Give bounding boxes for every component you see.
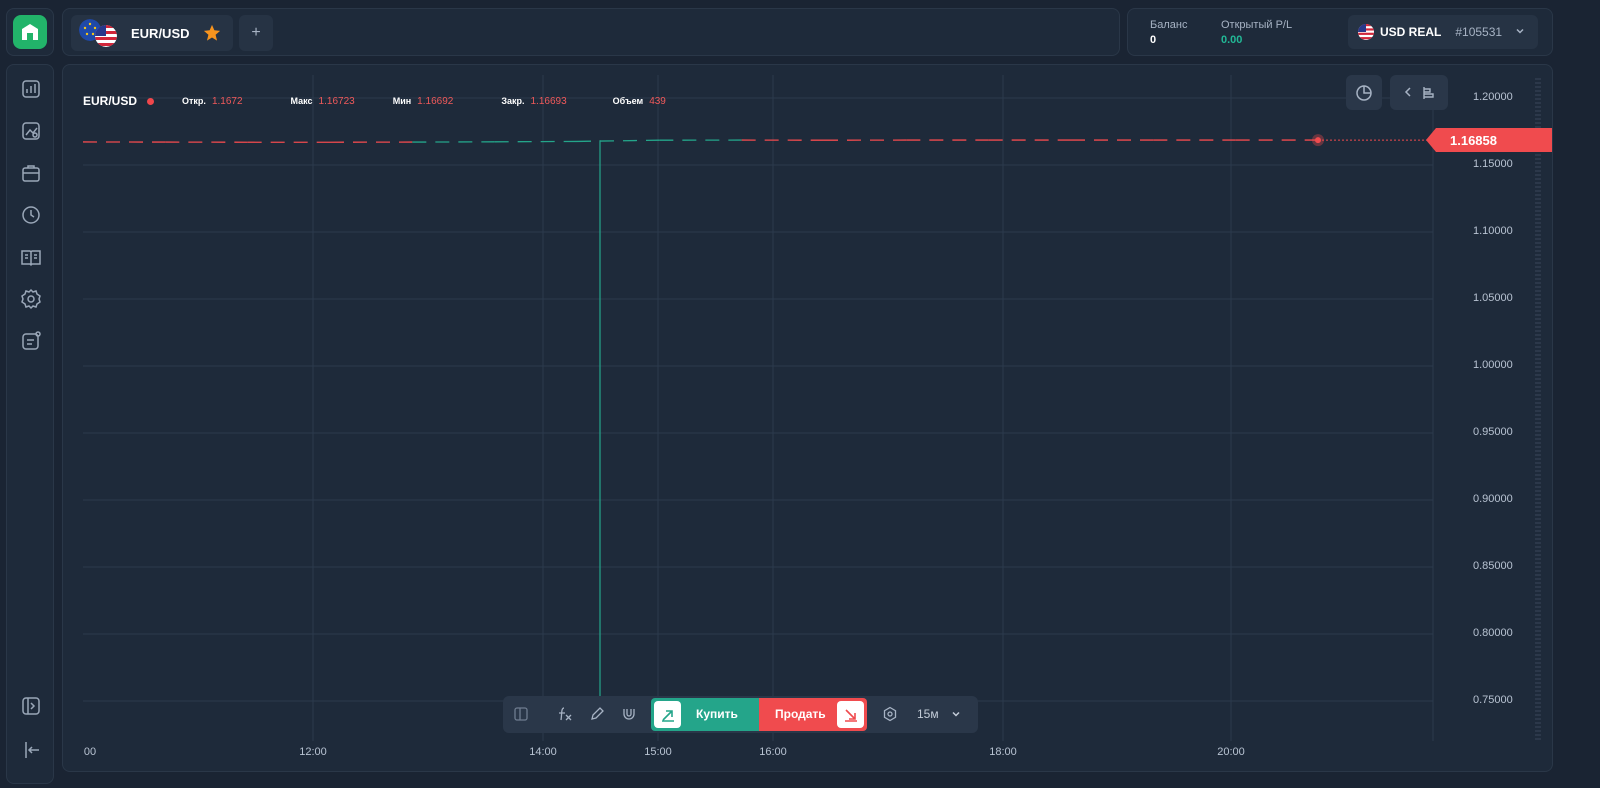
us-flag-icon xyxy=(95,25,117,47)
chart-type-button[interactable] xyxy=(1346,75,1382,110)
y-tick-label: 1.10000 xyxy=(1473,225,1513,237)
buy-label: Купить xyxy=(696,707,738,721)
arrow-up-right-icon xyxy=(654,701,681,728)
sell-button[interactable]: Продать xyxy=(759,698,867,731)
settings-icon[interactable] xyxy=(20,288,42,310)
high-value: 1.16723 xyxy=(318,95,355,107)
currency-flags xyxy=(79,19,123,47)
y-tick-label: 1.15000 xyxy=(1473,158,1513,170)
x-tick-label: 20:00 xyxy=(1217,746,1245,758)
ohlc-symbol: EUR/USD xyxy=(83,94,138,108)
price-chart[interactable] xyxy=(63,65,1553,772)
tab-eur-usd[interactable]: EUR/USD xyxy=(71,15,233,51)
buy-button[interactable]: Купить xyxy=(651,698,759,731)
current-price-dot xyxy=(1315,137,1321,144)
picture-chart-icon[interactable] xyxy=(20,120,42,142)
x-tick-label: 15:00 xyxy=(644,746,672,758)
current-price-tag: 1.16858 xyxy=(1426,128,1552,153)
low-label: Мин xyxy=(392,96,412,106)
x-tick-label: 00 xyxy=(83,746,97,758)
order-book-icon xyxy=(1423,87,1434,99)
balance-label: Баланс xyxy=(1150,19,1188,31)
layout-icon[interactable] xyxy=(513,706,529,722)
balance-value: 0 xyxy=(1150,34,1157,46)
close-label: Закр. xyxy=(501,96,525,106)
arrow-down-right-icon xyxy=(837,701,864,728)
trade-toolbar: Купить Продать 15м xyxy=(503,696,978,733)
y-tick-label: 0.90000 xyxy=(1473,493,1513,505)
volume-label: Объем xyxy=(612,96,644,106)
y-tick-label: 1.00000 xyxy=(1473,359,1513,371)
y-tick-label: 0.95000 xyxy=(1473,426,1513,438)
briefcase-icon[interactable] xyxy=(20,162,42,184)
open-value: 1.1672 xyxy=(211,95,243,107)
timeframe-selector[interactable]: 15м xyxy=(917,707,939,721)
open-pl-value: 0.00 xyxy=(1221,34,1243,46)
open-label: Откр. xyxy=(182,96,206,106)
indicators-icon[interactable] xyxy=(557,706,573,722)
chevron-down-icon xyxy=(1516,28,1524,34)
sidebar xyxy=(6,64,54,784)
account-id: #105531 xyxy=(1455,25,1503,39)
order-book-toggle[interactable] xyxy=(1390,75,1448,110)
logo-container xyxy=(6,8,54,56)
notes-icon[interactable] xyxy=(20,330,42,352)
account-bar: Баланс 0 Открытый P/L 0.00 USD REAL #105… xyxy=(1127,8,1553,56)
y-tick-label: 0.85000 xyxy=(1473,560,1513,572)
chart-panel[interactable]: EUR/USD Откр. 1.1672 Макс 1.16723 Мин 1.… xyxy=(62,64,1553,772)
chart-icon[interactable] xyxy=(20,78,42,100)
chevron-down-icon[interactable] xyxy=(951,709,961,719)
tab-symbol-label: EUR/USD xyxy=(131,25,190,41)
x-tick-label: 12:00 xyxy=(299,746,327,758)
brand-logo[interactable] xyxy=(13,15,47,49)
sell-label: Продать xyxy=(775,707,826,721)
us-flag-icon xyxy=(1358,24,1374,40)
magnet-icon[interactable] xyxy=(621,706,637,722)
y-tick-label: 1.05000 xyxy=(1473,292,1513,304)
add-tab-button[interactable]: + xyxy=(239,15,273,51)
account-selector[interactable]: USD REAL #105531 xyxy=(1348,15,1538,49)
live-indicator xyxy=(147,97,155,105)
low-value: 1.16692 xyxy=(417,95,454,107)
chevron-left-icon xyxy=(1404,87,1411,97)
open-pl-label: Открытый P/L xyxy=(1221,19,1293,31)
x-tick-label: 16:00 xyxy=(759,746,787,758)
drawing-pencil-icon[interactable] xyxy=(589,706,605,722)
chart-settings-icon[interactable] xyxy=(882,706,898,722)
logout-icon[interactable] xyxy=(20,739,42,761)
volume-value: 439 xyxy=(649,95,666,107)
x-tick-label: 14:00 xyxy=(529,746,557,758)
instrument-tabs-bar: EUR/USD + xyxy=(62,8,1120,56)
price-line-segment xyxy=(576,139,660,143)
y-tick-label: 1.20000 xyxy=(1473,91,1513,103)
close-value: 1.16693 xyxy=(530,95,567,107)
x-tick-label: 18:00 xyxy=(989,746,1017,758)
high-label: Макс xyxy=(290,96,313,106)
favorite-star-icon[interactable] xyxy=(203,24,221,42)
expand-panel-icon[interactable] xyxy=(20,695,42,717)
account-name: USD REAL xyxy=(1380,25,1442,39)
book-icon[interactable] xyxy=(20,246,42,268)
y-tick-label: 0.75000 xyxy=(1473,694,1513,706)
clock-icon[interactable] xyxy=(20,204,42,226)
y-tick-label: 0.80000 xyxy=(1473,627,1513,639)
pie-chart-icon xyxy=(1356,85,1372,101)
ohlc-legend: EUR/USD Откр. 1.1672 Макс 1.16723 Мин 1.… xyxy=(83,94,666,108)
